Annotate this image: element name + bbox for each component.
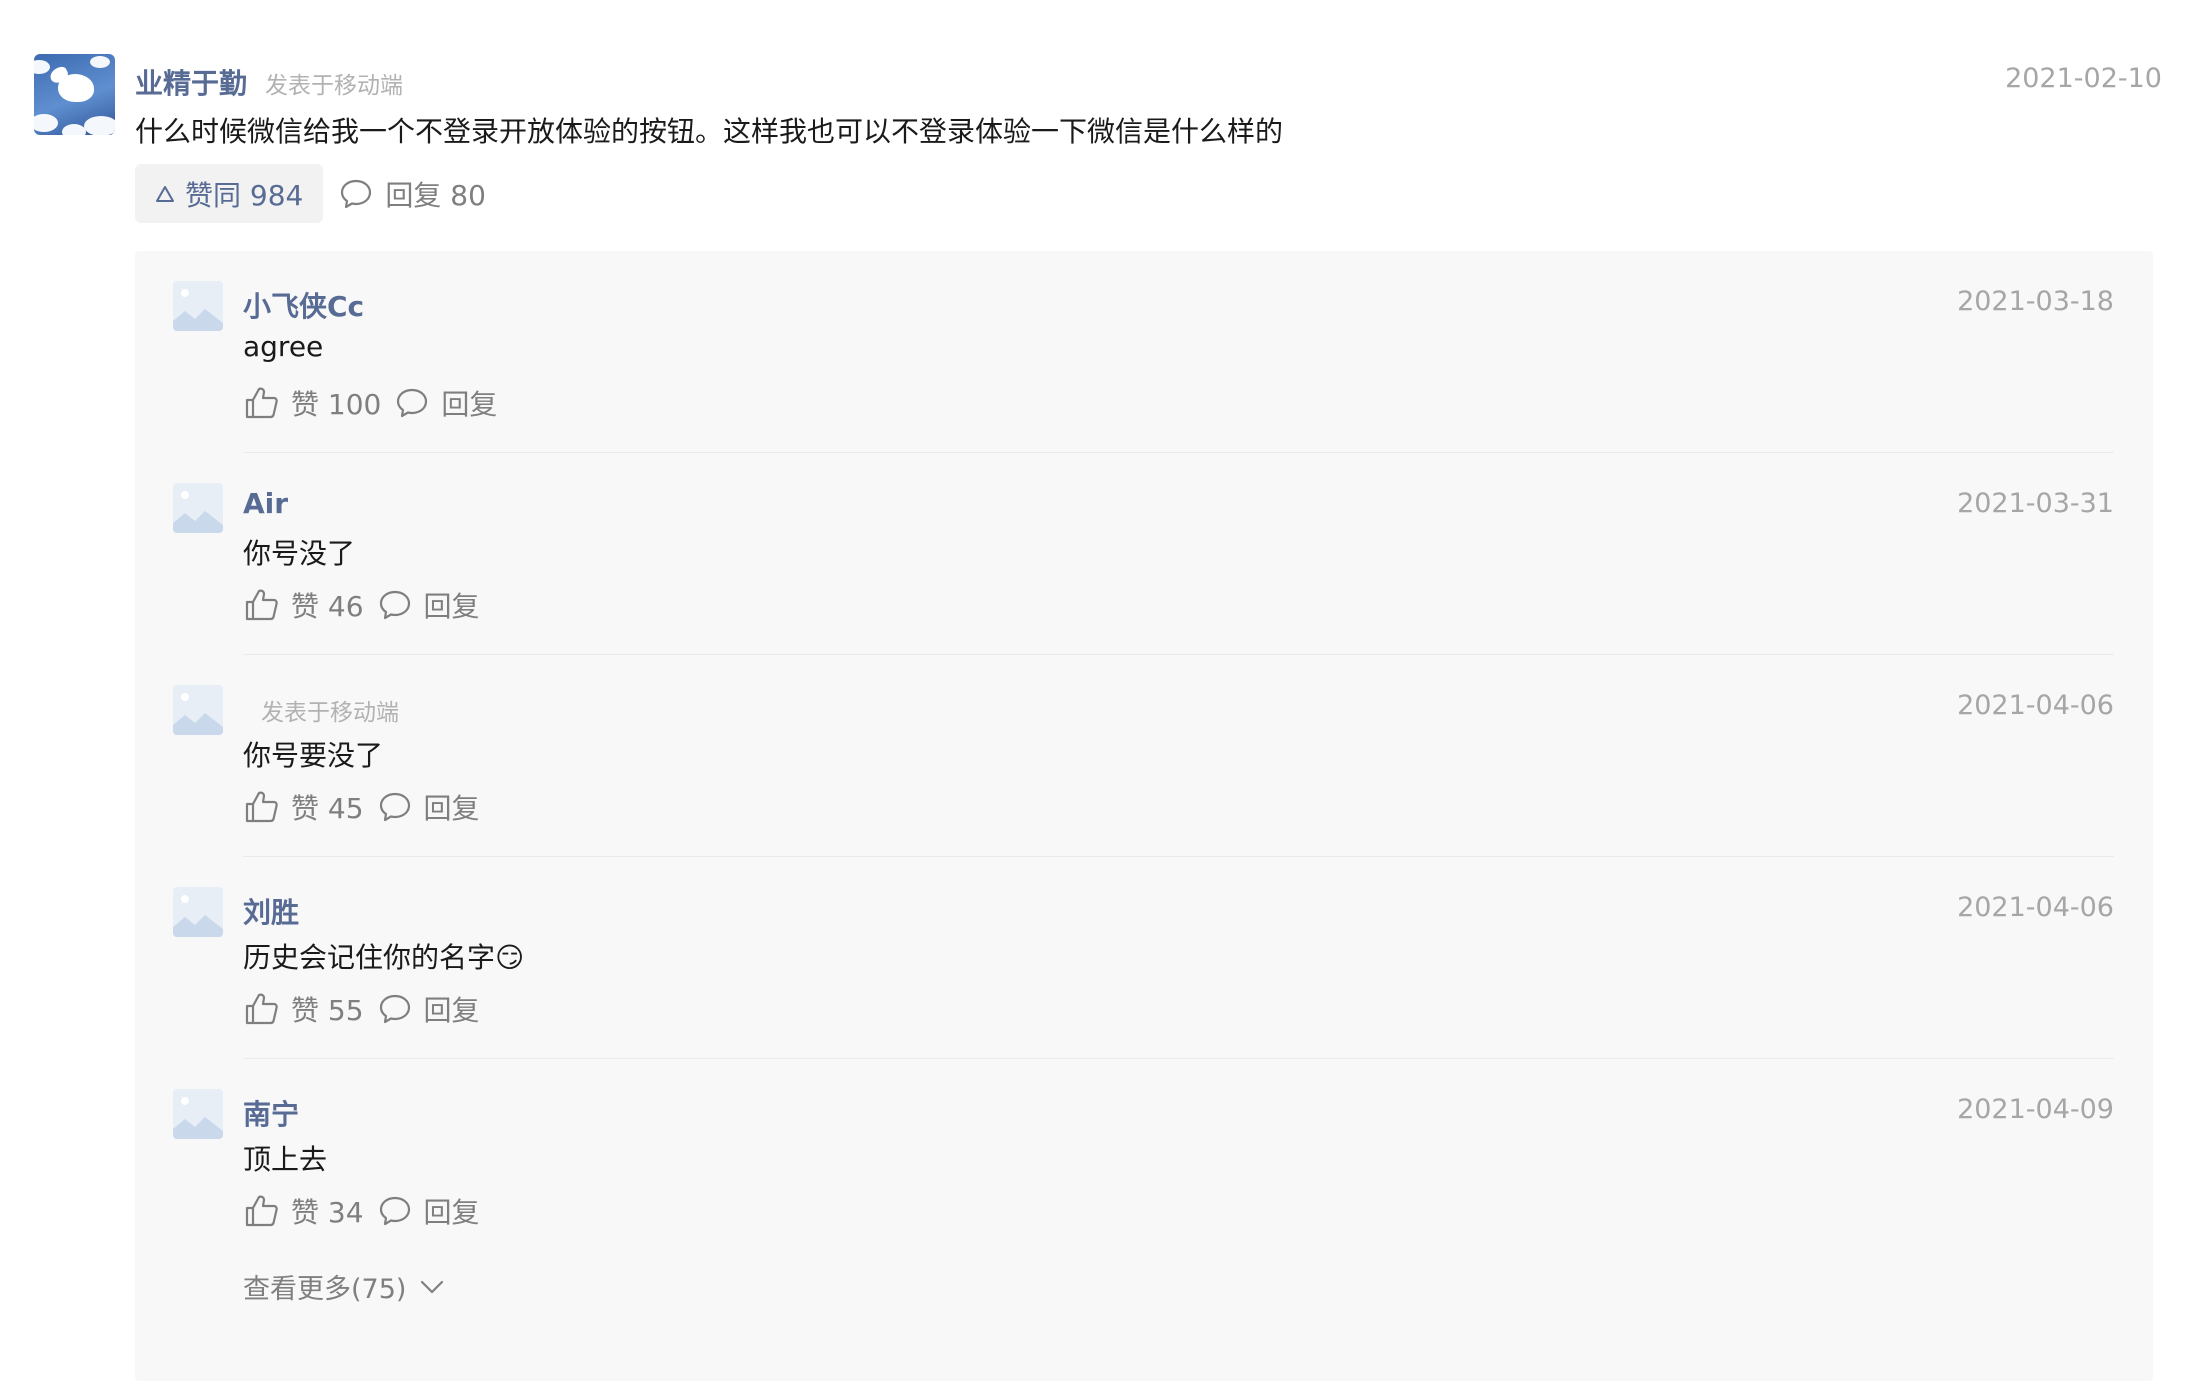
reply-author[interactable]: 刘胜 bbox=[243, 891, 299, 931]
reply-date: 2021-04-06 bbox=[1957, 892, 2114, 923]
reply-actions: 赞 46 回复 bbox=[243, 585, 480, 625]
reply-button[interactable]: 回复 bbox=[424, 989, 480, 1029]
author-avatar[interactable] bbox=[34, 54, 115, 135]
reply-count-label: 回复 80 bbox=[385, 178, 486, 212]
reply-author[interactable]: 南宁 bbox=[243, 1093, 299, 1133]
reply-author[interactable]: Air bbox=[243, 487, 288, 520]
like-count[interactable]: 赞 45 bbox=[291, 787, 364, 827]
reply-actions: 赞 45 回复 bbox=[243, 787, 480, 827]
comment-bubble-icon[interactable] bbox=[378, 1195, 412, 1227]
reply-date: 2021-03-31 bbox=[1957, 488, 2114, 519]
like-count[interactable]: 赞 46 bbox=[291, 585, 364, 625]
like-count[interactable]: 赞 55 bbox=[291, 989, 364, 1029]
comment-bubble-icon[interactable] bbox=[378, 993, 412, 1025]
reply-button[interactable]: 回复 80 bbox=[339, 174, 486, 214]
image-placeholder-icon[interactable] bbox=[173, 281, 223, 331]
image-placeholder-icon[interactable] bbox=[173, 685, 223, 735]
reply-item: Air 2021-03-31 你号没了 赞 46 回复 bbox=[135, 453, 2153, 655]
comment-text: 什么时候微信给我一个不登录开放体验的按钮。这样我也可以不登录体验一下微信是什么样… bbox=[135, 115, 1284, 148]
post-source: 发表于移动端 bbox=[265, 73, 403, 99]
reply-button[interactable]: 回复 bbox=[441, 383, 497, 423]
like-count[interactable]: 赞 100 bbox=[291, 383, 381, 423]
reply-item: 南宁 2021-04-09 顶上去 赞 34 回复 bbox=[135, 1059, 2153, 1261]
image-placeholder-icon[interactable] bbox=[173, 483, 223, 533]
reply-date: 2021-03-18 bbox=[1957, 286, 2114, 317]
comment-date: 2021-02-10 bbox=[2005, 63, 2162, 94]
view-more-label: 查看更多(75) bbox=[243, 1274, 407, 1305]
reply-text: agree bbox=[243, 330, 324, 363]
comment-bubble-icon bbox=[339, 178, 373, 210]
reply-actions: 赞 55 回复 bbox=[243, 989, 480, 1029]
reply-text: 你号没了 bbox=[243, 537, 356, 570]
image-placeholder-icon[interactable] bbox=[173, 1089, 223, 1139]
reply-button[interactable]: 回复 bbox=[424, 787, 480, 827]
comment-actions: 赞同 984 回复 80 bbox=[135, 164, 486, 223]
reply-date: 2021-04-06 bbox=[1957, 690, 2114, 721]
thumbs-up-icon[interactable] bbox=[243, 790, 279, 824]
reply-text: 你号要没了 bbox=[243, 739, 384, 772]
thumbs-up-icon[interactable] bbox=[243, 588, 279, 622]
reply-actions: 赞 100 回复 bbox=[243, 383, 497, 423]
upvote-button[interactable]: 赞同 984 bbox=[135, 164, 324, 223]
comment-bubble-icon[interactable] bbox=[378, 791, 412, 823]
reply-date: 2021-04-09 bbox=[1957, 1094, 2114, 1125]
like-count[interactable]: 赞 34 bbox=[291, 1191, 364, 1231]
chevron-down-icon bbox=[420, 1280, 444, 1294]
triangle-up-icon bbox=[155, 185, 175, 203]
view-more-link[interactable]: 查看更多(75) bbox=[243, 1267, 444, 1306]
reply-author[interactable]: 小飞侠Cc bbox=[243, 285, 364, 325]
image-placeholder-icon[interactable] bbox=[173, 887, 223, 937]
thumbs-up-icon[interactable] bbox=[243, 1194, 279, 1228]
reply-item: 刘胜 2021-04-06 历史会记住你的名字😏 赞 55 回复 bbox=[135, 857, 2153, 1059]
reply-list: 小飞侠Cc 2021-03-18 agree 赞 100 回复 Air 2021… bbox=[135, 251, 2153, 1381]
reply-button[interactable]: 回复 bbox=[424, 585, 480, 625]
comment-bubble-icon[interactable] bbox=[378, 589, 412, 621]
thumbs-up-icon[interactable] bbox=[243, 992, 279, 1026]
reply-button[interactable]: 回复 bbox=[424, 1191, 480, 1231]
comment-bubble-icon[interactable] bbox=[395, 387, 429, 419]
upvote-label: 赞同 984 bbox=[185, 178, 304, 212]
reply-item: 小飞侠Cc 2021-03-18 agree 赞 100 回复 bbox=[135, 251, 2153, 453]
thumbs-up-icon[interactable] bbox=[243, 386, 279, 420]
reply-text: 历史会记住你的名字😏 bbox=[243, 941, 525, 974]
reply-item: 发表于移动端 2021-04-06 你号要没了 赞 45 回复 bbox=[135, 655, 2153, 857]
reply-text: 顶上去 bbox=[243, 1143, 328, 1176]
post-source: 发表于移动端 bbox=[261, 700, 399, 726]
author-name[interactable]: 业精于勤 bbox=[135, 62, 247, 102]
reply-actions: 赞 34 回复 bbox=[243, 1191, 480, 1231]
